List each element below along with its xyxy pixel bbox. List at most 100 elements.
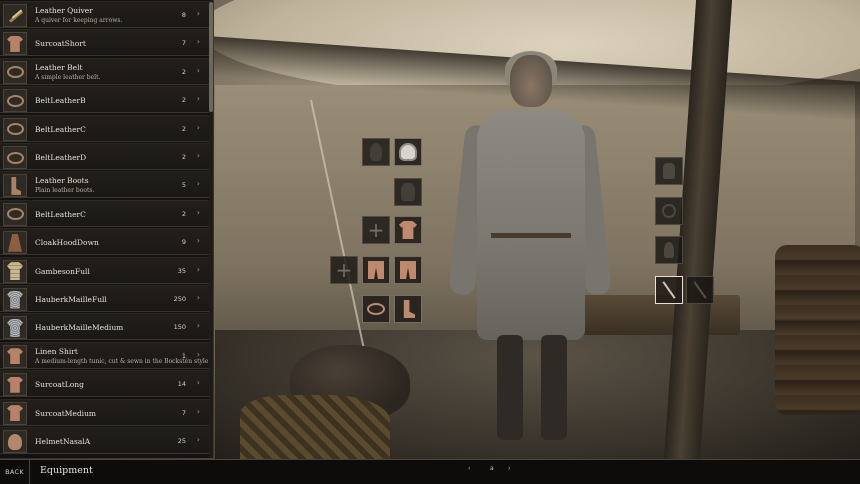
item-thumbnail — [3, 60, 27, 84]
slot-ring[interactable] — [655, 197, 683, 225]
inventory-item[interactable]: HelmetNasalA 25 › — [0, 427, 210, 454]
coif-icon — [399, 143, 417, 161]
inventory-item[interactable]: BeltLeatherC 2 › — [0, 114, 210, 142]
player-character[interactable] — [448, 51, 612, 445]
chevron-right-icon[interactable]: › — [197, 208, 200, 217]
inventory-item[interactable]: Leather Boots Plain leather boots. 5 › — [0, 171, 210, 199]
plus-icon: + — [367, 218, 385, 242]
slot-neck[interactable] — [394, 178, 422, 206]
item-thumbnail — [3, 89, 27, 113]
item-name: Leather Boots — [35, 176, 89, 186]
slot-head[interactable] — [394, 138, 422, 166]
belt-icon — [6, 94, 24, 107]
chevron-right-icon[interactable]: › — [197, 236, 200, 245]
mail-icon — [7, 318, 23, 337]
item-thumbnail — [3, 344, 27, 368]
glove-icon — [663, 163, 675, 179]
knife-icon — [662, 281, 676, 299]
inventory-scrollbar[interactable] — [209, 0, 213, 458]
inventory-item[interactable]: CloakHoodDown 9 › — [0, 228, 210, 256]
knife-icon — [693, 281, 707, 299]
chevron-right-icon[interactable]: › — [197, 9, 200, 18]
chevron-right-icon[interactable]: › — [197, 94, 200, 103]
shirt-icon — [7, 405, 23, 422]
slot-cloak[interactable]: + — [362, 216, 390, 244]
item-thumbnail — [3, 401, 27, 425]
slot-amulet[interactable] — [655, 236, 683, 264]
chevron-right-icon[interactable]: › — [197, 37, 200, 46]
game-screen: + + Leather Quiver A quiver for keeping a… — [0, 0, 860, 484]
inventory-item[interactable]: HauberkMailleFull 250 › — [0, 285, 210, 312]
item-quantity: 2 — [181, 209, 186, 218]
item-quantity: 2 — [181, 124, 186, 133]
item-name: SurcoatLong — [35, 380, 84, 390]
inventory-item[interactable]: BeltLeatherC 2 › — [0, 199, 210, 227]
chevron-right-icon[interactable]: › — [197, 407, 200, 416]
chevron-right-icon[interactable]: › — [197, 179, 200, 188]
inventory-item[interactable]: SurcoatLong 14 › — [0, 370, 210, 398]
character-tunic — [477, 110, 585, 340]
belt-icon — [6, 151, 24, 164]
inventory-item[interactable]: Leather Belt A simple leather belt. 2 › — [0, 57, 210, 85]
item-quantity: 25 — [177, 437, 186, 445]
item-name: BeltLeatherC — [35, 124, 86, 134]
chevron-right-icon[interactable]: › — [197, 350, 200, 359]
item-name: Leather Belt — [35, 62, 83, 72]
inventory-item[interactable]: BeltLeatherB 2 › — [0, 86, 210, 114]
chevron-right-icon[interactable]: › — [197, 66, 200, 75]
belt-icon — [6, 123, 24, 136]
back-button[interactable]: BACK — [0, 460, 30, 484]
chevron-right-icon[interactable]: › — [197, 265, 200, 274]
item-name: GambesonFull — [35, 266, 90, 276]
slot-belt[interactable] — [362, 295, 390, 323]
barrel — [775, 245, 860, 415]
item-thumbnail — [3, 259, 27, 283]
torso-icon — [401, 183, 415, 201]
inventory-item[interactable]: SurcoatShort 7 › — [0, 29, 210, 57]
slot-off-hand[interactable] — [686, 276, 714, 304]
item-quantity: 250 — [173, 295, 186, 303]
item-quantity: 1 — [181, 351, 186, 360]
slot-main-hand[interactable] — [655, 276, 683, 304]
inventory-item[interactable]: SurcoatMedium 7 › — [0, 398, 210, 426]
slot-outer-legs[interactable]: + — [330, 256, 358, 284]
pager-prev[interactable]: ‹ — [468, 465, 470, 472]
item-thumbnail — [3, 174, 27, 198]
item-thumbnail — [3, 202, 27, 226]
item-quantity: 2 — [181, 96, 186, 105]
item-quantity: 7 — [181, 408, 186, 417]
chevron-right-icon[interactable]: › — [197, 151, 200, 160]
chevron-right-icon[interactable]: › — [197, 123, 200, 132]
inventory-item[interactable]: Leather Quiver A quiver for keeping arrow… — [0, 1, 210, 28]
item-quantity: 5 — [181, 181, 186, 190]
chevron-right-icon[interactable]: › — [197, 321, 200, 330]
slot-hood[interactable] — [362, 138, 390, 166]
chevron-right-icon[interactable]: › — [197, 293, 200, 302]
chevron-right-icon[interactable]: › — [197, 435, 200, 444]
item-quantity: 2 — [181, 67, 186, 76]
slot-gloves[interactable] — [655, 157, 683, 185]
inventory-item[interactable]: Linen Shirt A medium-length tunic, cut & … — [0, 341, 210, 369]
item-description: A simple leather belt. — [35, 73, 101, 81]
inventory-list[interactable]: Leather Quiver A quiver for keeping arrow… — [0, 0, 214, 458]
item-name: BeltLeatherD — [35, 153, 87, 162]
slot-body[interactable] — [394, 216, 422, 244]
inventory-item[interactable]: HauberkMailleMedium 150 › — [0, 313, 210, 341]
hood-icon — [370, 143, 382, 161]
pants-icon — [400, 261, 416, 279]
slot-underlegs[interactable] — [394, 256, 422, 284]
pager-next[interactable]: › — [508, 465, 510, 472]
item-thumbnail — [3, 316, 27, 340]
item-thumbnail — [3, 32, 27, 56]
item-quantity: 7 — [181, 39, 186, 48]
inventory-item[interactable]: BeltLeatherD 2 › — [0, 143, 210, 170]
slot-feet[interactable] — [394, 295, 422, 323]
inventory-item[interactable]: GambesonFull 35 › — [0, 256, 210, 284]
mail-icon — [7, 290, 23, 309]
item-name: SurcoatMedium — [35, 408, 97, 418]
scrollbar-thumb[interactable] — [209, 2, 213, 112]
character-leg — [541, 335, 567, 440]
chevron-right-icon[interactable]: › — [197, 378, 200, 387]
ring-icon — [662, 204, 676, 218]
slot-legs[interactable] — [362, 256, 390, 284]
